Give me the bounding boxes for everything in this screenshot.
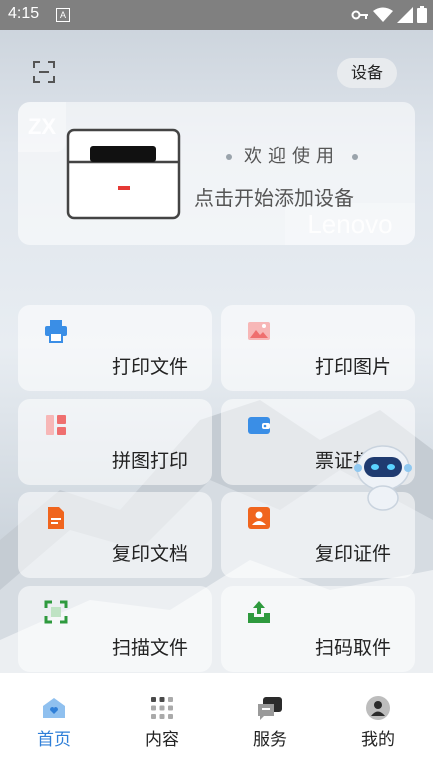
copy-document-card[interactable]: 复印文档 — [18, 492, 212, 578]
tab-label: 服务 — [253, 730, 287, 750]
printer-illustration — [66, 128, 181, 220]
scan-frame-icon — [44, 600, 68, 624]
tab-label: 我的 — [361, 730, 395, 750]
chat-icon — [258, 697, 282, 720]
zx-watermark: ZX — [18, 102, 66, 152]
notification-icon: A — [56, 8, 70, 22]
key-icon — [351, 10, 368, 19]
home-icon — [43, 698, 65, 718]
wallet-icon — [248, 417, 270, 434]
scan-file-card[interactable]: 扫描文件 — [18, 586, 212, 672]
card-label: 复印证件 — [314, 543, 391, 565]
wifi-icon — [373, 7, 393, 22]
card-label: 打印文件 — [111, 356, 188, 378]
assistant-robot-icon[interactable] — [352, 440, 414, 512]
grid-icon — [151, 697, 173, 719]
collage-print-card[interactable]: 拼图打印 — [18, 399, 212, 485]
tab-content[interactable]: 内容 — [127, 695, 197, 750]
tab-profile[interactable]: 我的 — [343, 695, 413, 750]
tray-upload-icon — [248, 601, 270, 623]
id-card-icon — [248, 507, 270, 529]
signal-icon — [397, 6, 413, 23]
card-label: 扫码取件 — [314, 637, 391, 659]
status-time: 4:15 — [8, 5, 40, 22]
tab-services[interactable]: 服务 — [235, 695, 305, 750]
document-icon — [48, 507, 64, 529]
bottom-tab-bar: 首页 内容 服务 我的 — [0, 673, 433, 769]
battery-icon — [417, 6, 427, 23]
status-bar: 4:15 A — [0, 0, 433, 30]
scan-icon[interactable] — [33, 61, 55, 83]
collage-icon — [46, 415, 66, 435]
add-device-card[interactable]: ZX Lenovo 欢迎使用 点击开始添加设备 — [18, 102, 415, 245]
print-file-card[interactable]: 打印文件 — [18, 305, 212, 391]
card-label: 打印图片 — [314, 356, 391, 378]
print-image-card[interactable]: 打印图片 — [221, 305, 415, 391]
welcome-text: 欢迎使用 — [214, 142, 370, 168]
printer-icon — [45, 320, 67, 343]
scan-pickup-card[interactable]: 扫码取件 — [221, 586, 415, 672]
tab-label: 内容 — [145, 730, 179, 750]
device-button[interactable]: 设备 — [337, 58, 397, 88]
image-icon — [248, 322, 270, 340]
card-label: 扫描文件 — [111, 637, 188, 659]
add-device-hint[interactable]: 点击开始添加设备 — [194, 182, 354, 211]
tab-label: 首页 — [37, 730, 71, 750]
card-label: 复印文档 — [111, 543, 188, 565]
card-label: 拼图打印 — [111, 450, 188, 472]
tab-home[interactable]: 首页 — [19, 695, 89, 750]
profile-icon — [366, 696, 390, 720]
